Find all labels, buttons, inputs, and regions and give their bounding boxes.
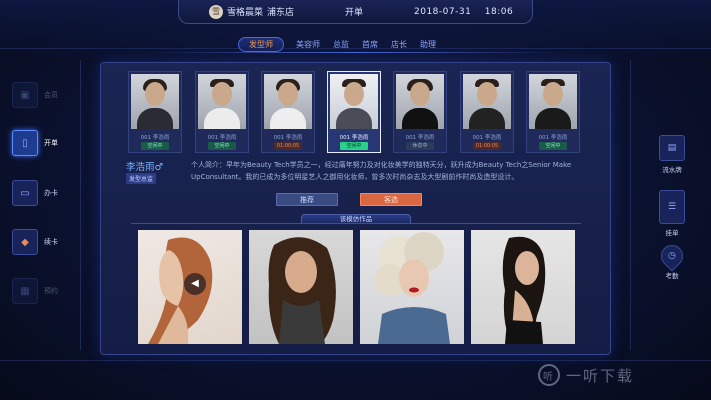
role-tabs: 发型师 美容师 总监 首席 店长 助理 bbox=[238, 36, 449, 52]
header-bar: 雪 雪格晨菜 浦东店 开单 2018-07-31 18:06 bbox=[178, 0, 533, 24]
staff-photo bbox=[529, 74, 577, 129]
nav-label: 办卡 bbox=[44, 189, 58, 197]
staff-card[interactable]: 001 李浩雨 01:00:05 bbox=[460, 71, 514, 153]
staff-photo bbox=[264, 74, 312, 129]
nav-label: 会员 bbox=[44, 91, 58, 99]
tab-underline bbox=[150, 52, 561, 53]
staff-status-badge: 空闲中 bbox=[208, 142, 236, 150]
store-name: 浦东店 bbox=[267, 8, 295, 18]
main-panel: 001 李浩雨 空闲中 001 李浩雨 空闲中 001 李浩雨 01:00:05… bbox=[100, 62, 611, 355]
watermark-text: 一听下载 bbox=[566, 366, 635, 385]
frame-line bbox=[630, 60, 631, 350]
recommend-button[interactable]: 推荐 bbox=[276, 193, 338, 206]
staff-photo bbox=[396, 74, 444, 129]
staff-name: 001 李浩雨 bbox=[140, 135, 170, 141]
staff-name: 001 李浩雨 bbox=[472, 135, 502, 141]
brand-logo-icon: 雪 bbox=[209, 4, 223, 19]
badge-icon: ▤ bbox=[659, 135, 685, 161]
staff-name: 001 李浩雨 bbox=[339, 135, 369, 141]
tab-manager[interactable]: 店长 bbox=[391, 39, 407, 50]
app-root: 雪 雪格晨菜 浦东店 开单 2018-07-31 18:06 发型师 美容师 总… bbox=[0, 0, 711, 400]
work-image-black-waves[interactable] bbox=[471, 230, 575, 344]
staff-photo bbox=[463, 74, 511, 129]
nav-label: 续卡 bbox=[44, 238, 58, 246]
nav-order[interactable]: ▯ 开单 bbox=[12, 130, 72, 156]
nav-renew-card[interactable]: ◆ 续卡 bbox=[12, 229, 72, 255]
staff-name: 001 李浩雨 bbox=[207, 135, 237, 141]
date-text: 2018-07-31 bbox=[414, 6, 472, 17]
staff-card[interactable]: 001 李浩雨 空闲中 bbox=[526, 71, 580, 153]
pending-list-icon: ☰ bbox=[659, 190, 685, 224]
staff-card[interactable]: 001 李浩雨 01:00:05 bbox=[261, 71, 315, 153]
frame-line bbox=[0, 360, 711, 361]
calendar-icon: ▦ bbox=[12, 278, 38, 304]
staff-status-badge: 01:00:05 bbox=[274, 142, 302, 150]
nav-label: 流水牌 bbox=[662, 166, 682, 174]
order-icon: ▯ bbox=[12, 130, 38, 156]
datetime: 2018-07-31 18:06 bbox=[414, 7, 513, 17]
portrait-brunette bbox=[268, 237, 336, 344]
portrait-platinum bbox=[374, 232, 450, 344]
card-icon: ▭ bbox=[12, 180, 38, 206]
staff-name: 001 李浩雨 bbox=[273, 135, 303, 141]
work-image-platinum-curls[interactable] bbox=[360, 230, 464, 344]
staff-card[interactable]: 001 李浩雨 休息中 bbox=[393, 71, 447, 153]
tab-stylist[interactable]: 发型师 bbox=[238, 36, 284, 52]
location-pin-icon: ◷ bbox=[656, 240, 688, 272]
profile-intro: 个人简介：早年为Beauty Tech学员之一，经过痛年努力及对化妆美学的独特天… bbox=[191, 161, 572, 181]
page-title: 开单 bbox=[345, 8, 364, 18]
nav-member[interactable]: ▣ 会员 bbox=[12, 82, 72, 108]
frame-line bbox=[80, 60, 81, 350]
staff-name: 001 李浩雨 bbox=[538, 135, 568, 141]
watermark: 听 一听下载 bbox=[538, 364, 634, 386]
tab-chief[interactable]: 首席 bbox=[362, 39, 378, 50]
profile-name: 李浩雨♂ bbox=[126, 162, 164, 173]
staff-photo bbox=[198, 74, 246, 129]
profile-title-badge: 发型总监 bbox=[126, 173, 157, 184]
staff-status-badge: 空闲中 bbox=[539, 142, 567, 150]
nav-appointment[interactable]: ▦ 预约 bbox=[12, 278, 72, 304]
work-image-brunette-waves[interactable] bbox=[249, 230, 353, 344]
nav-pending[interactable]: ☰ 挂单 bbox=[655, 190, 689, 237]
nav-label: 预约 bbox=[44, 287, 58, 295]
staff-card[interactable]: 001 李浩雨 空闲中 bbox=[195, 71, 249, 153]
tab-director[interactable]: 总监 bbox=[333, 39, 349, 50]
staff-status-badge: 01:00:05 bbox=[473, 142, 501, 150]
nav-card[interactable]: ▭ 办卡 bbox=[12, 180, 72, 206]
staff-photo bbox=[131, 74, 179, 129]
staff-status-badge: 休息中 bbox=[406, 142, 434, 150]
staff-status-badge: 空闲中 bbox=[340, 142, 368, 150]
member-icon: ▣ bbox=[12, 82, 38, 108]
staff-card-selected[interactable]: 001 李浩雨 空闲中 bbox=[327, 71, 381, 153]
staff-status-badge: 空闲中 bbox=[141, 142, 169, 150]
prev-arrow-icon[interactable]: ◀ bbox=[184, 273, 206, 295]
staff-photo bbox=[330, 74, 378, 129]
nav-badge[interactable]: ▤ 流水牌 bbox=[655, 135, 689, 174]
nav-attendance[interactable]: ◷ 考勤 bbox=[655, 240, 689, 280]
tab-beautician[interactable]: 美容师 bbox=[296, 39, 320, 50]
staff-card[interactable]: 001 李浩雨 空闲中 bbox=[128, 71, 182, 153]
brand-name: 雪格晨菜 bbox=[227, 8, 264, 18]
renew-card-icon: ◆ bbox=[12, 229, 38, 255]
portrait-black-waves bbox=[502, 236, 546, 344]
tab-assistant[interactable]: 助理 bbox=[420, 39, 436, 50]
nav-label: 挂单 bbox=[665, 229, 679, 237]
watermark-icon: 听 bbox=[538, 364, 560, 386]
nav-label: 开单 bbox=[44, 139, 58, 147]
time-text: 18:06 bbox=[484, 6, 514, 17]
customer-choice-button[interactable]: 客选 bbox=[360, 193, 422, 206]
staff-name: 001 李浩雨 bbox=[405, 135, 435, 141]
works-divider bbox=[131, 223, 581, 224]
logo-text: 雪 bbox=[212, 7, 220, 16]
